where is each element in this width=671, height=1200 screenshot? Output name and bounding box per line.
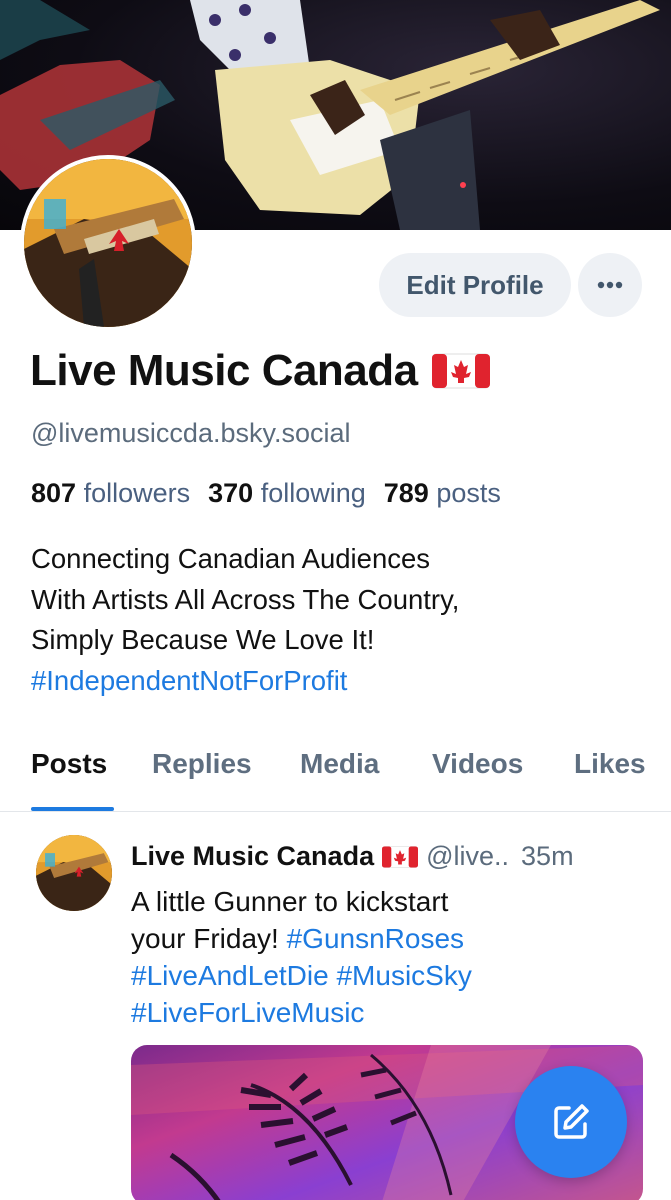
bio-line: With Artists All Across The Country,	[31, 583, 460, 615]
tab-likes[interactable]: Likes	[574, 748, 646, 780]
post-text-line: A little Gunner to kickstart	[131, 886, 449, 917]
compose-post-button[interactable]	[515, 1066, 627, 1178]
display-name-text: Live Music Canada	[30, 346, 418, 395]
hashtag-link[interactable]: #LiveForLiveMusic	[131, 994, 551, 1031]
following-count: 370	[208, 478, 254, 508]
profile-tabs: Posts Replies Media Videos Likes	[0, 740, 671, 812]
tab-videos[interactable]: Videos	[432, 748, 523, 780]
profile-display-name: Live Music Canada	[30, 346, 490, 396]
more-options-button[interactable]	[578, 253, 642, 317]
hashtag-link[interactable]: #GunsnRoses	[287, 923, 464, 954]
tab-posts[interactable]: Posts	[31, 748, 107, 780]
avatar-image	[24, 159, 192, 327]
bio-line: Connecting Canadian Audiences	[31, 543, 431, 574]
edit-profile-button[interactable]: Edit Profile	[379, 253, 571, 317]
posts-label: posts	[436, 478, 501, 508]
followers-count: 807	[31, 478, 77, 508]
profile-handle: @livemusiccda.bsky.social	[31, 418, 351, 448]
post-author-handle[interactable]: @live..	[426, 841, 509, 872]
post-text-line: your Friday! #GunsnRoses	[131, 920, 551, 957]
post-author-name[interactable]: Live Music Canada	[131, 841, 374, 872]
compose-icon	[554, 1104, 589, 1139]
bio-hashtag-link[interactable]: #IndependentNotForProfit	[31, 661, 641, 702]
posts-stat: 789 posts	[384, 478, 519, 508]
canada-flag-icon	[431, 353, 490, 389]
post-body: A little Gunner to kickstart your Friday…	[131, 883, 551, 1031]
followers-label: followers	[83, 478, 191, 508]
post-header: Live Music Canada @live.. 35m	[131, 841, 574, 872]
post-author-avatar[interactable]	[36, 835, 112, 911]
followers-stat[interactable]: 807 followers	[31, 478, 208, 508]
post-timestamp: 35m	[521, 841, 574, 871]
ellipsis-icon	[597, 281, 623, 289]
tab-media[interactable]: Media	[300, 748, 379, 780]
post-text-plain: your Friday!	[131, 923, 287, 954]
bio-line: Simply Because We Love It!	[31, 624, 375, 655]
posts-count: 789	[383, 478, 429, 508]
active-tab-indicator	[31, 807, 114, 811]
profile-avatar[interactable]	[20, 155, 196, 331]
following-stat[interactable]: 370 following	[208, 478, 384, 508]
profile-stats: 807 followers 370 following 789 posts	[31, 478, 519, 509]
tab-replies[interactable]: Replies	[152, 748, 252, 780]
canada-flag-icon	[382, 845, 419, 868]
following-label: following	[260, 478, 366, 508]
hashtag-link[interactable]: #LiveAndLetDie #MusicSky	[131, 957, 551, 994]
post-avatar-image	[36, 835, 112, 911]
profile-bio: Connecting Canadian Audiences With Artis…	[31, 539, 641, 701]
